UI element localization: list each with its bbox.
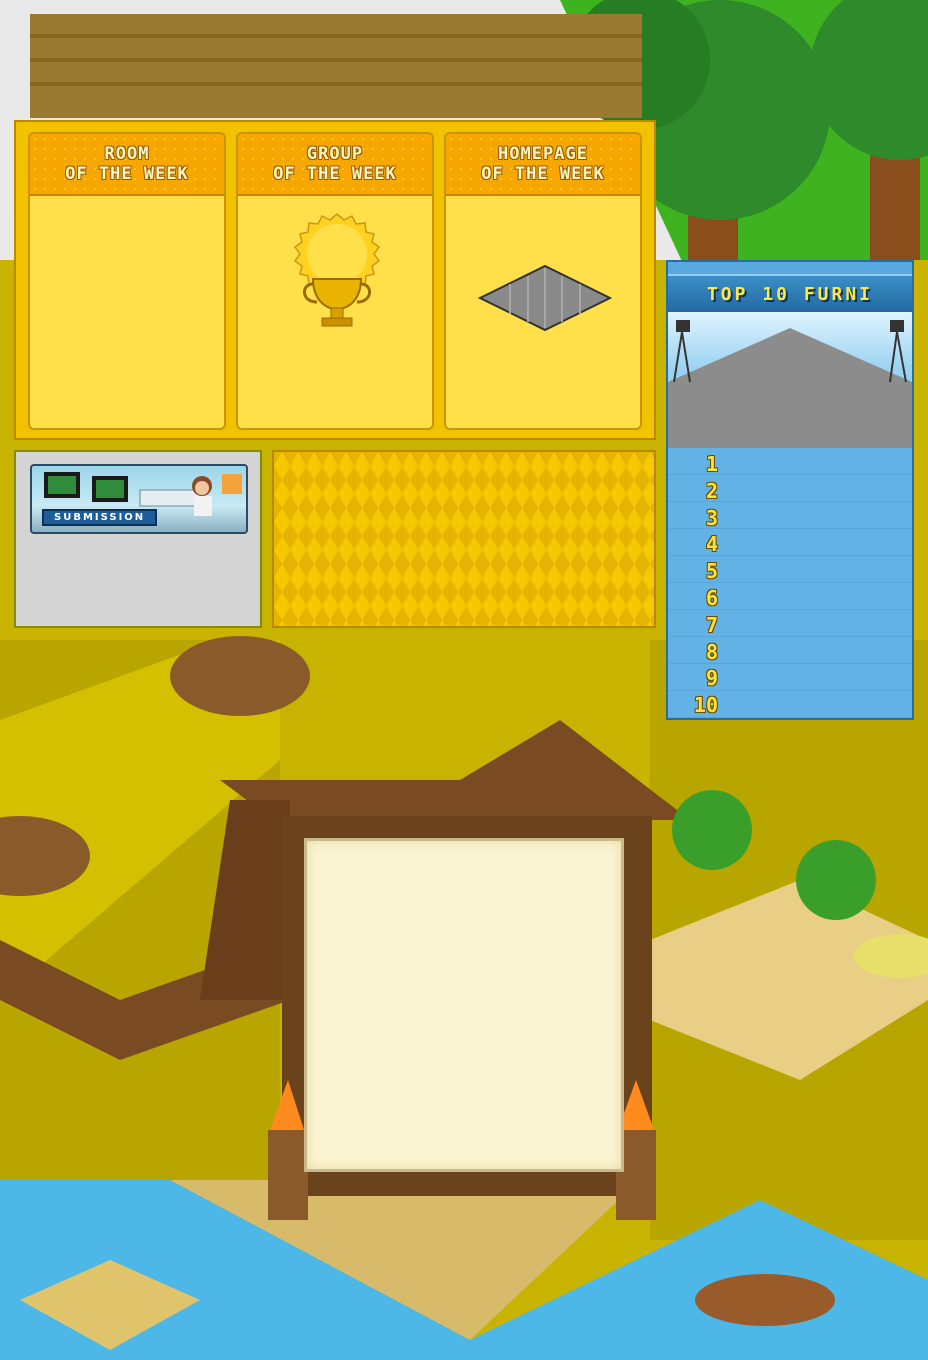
homepage-of-the-week-card[interactable]: HOMEPAGE OF THE WEEK [444, 132, 642, 430]
top10-list: 1 2 3 4 5 6 7 8 9 10 [668, 448, 912, 718]
top10-rank-number: 9 [705, 666, 718, 691]
submission-label: SUBMISSION [42, 509, 158, 526]
top10-rank-number: 5 [705, 559, 718, 584]
top10-furni-panel: TOP 10 FURNI 1 2 3 4 5 6 7 8 9 10 [666, 260, 914, 720]
top10-rank-number: 3 [705, 505, 718, 530]
group-of-the-week-title-line2: OF THE WEEK [273, 164, 397, 184]
top10-rank-number: 2 [705, 478, 718, 503]
top10-rank-number: 6 [705, 586, 718, 610]
homepage-of-the-week-header: HOMEPAGE OF THE WEEK [446, 134, 640, 196]
room-of-the-week-title-line1: ROOM [104, 144, 150, 164]
top10-row[interactable]: 4 [668, 532, 912, 558]
top10-rank-number: 4 [705, 532, 718, 557]
top10-row[interactable]: 10 [668, 693, 912, 718]
top10-row[interactable]: 2 [668, 479, 912, 505]
week-features-panel: ROOM OF THE WEEK GROUP OF THE WEEK HOMEP… [14, 120, 656, 440]
trophy-icon [293, 213, 381, 327]
top10-row[interactable]: 9 [668, 666, 912, 692]
parchment-board [304, 838, 624, 1172]
top10-row[interactable]: 5 [668, 559, 912, 585]
group-of-the-week-card[interactable]: GROUP OF THE WEEK [236, 132, 434, 430]
group-of-the-week-header: GROUP OF THE WEEK [238, 134, 432, 196]
top10-stage [668, 312, 912, 448]
top10-rank-number: 10 [693, 693, 718, 718]
pattern-panel [272, 450, 656, 628]
room-of-the-week-card[interactable]: ROOM OF THE WEEK [28, 132, 226, 430]
top10-rank-number: 7 [705, 612, 718, 637]
top10-row[interactable]: 7 [668, 613, 912, 639]
top10-row[interactable]: 3 [668, 506, 912, 532]
group-of-the-week-title-line1: GROUP [306, 144, 364, 164]
submission-panel: SUBMISSION [14, 450, 262, 628]
submission-banner[interactable]: SUBMISSION [30, 464, 248, 534]
top10-row[interactable]: 8 [668, 640, 912, 666]
top10-rank-number: 8 [705, 639, 718, 664]
top10-row[interactable]: 1 [668, 452, 912, 478]
homepage-of-the-week-title-line1: HOMEPAGE [498, 144, 588, 164]
top10-title: TOP 10 FURNI [706, 283, 874, 305]
homepage-of-the-week-title-line2: OF THE WEEK [481, 164, 605, 184]
room-of-the-week-header: ROOM OF THE WEEK [30, 134, 224, 196]
spotlight-icon [668, 320, 912, 448]
room-of-the-week-title-line2: OF THE WEEK [65, 164, 189, 184]
top10-row[interactable]: 6 [668, 586, 912, 612]
top10-rank-number: 1 [705, 452, 718, 476]
top10-header: TOP 10 FURNI [668, 274, 912, 314]
tile-icon [477, 264, 613, 332]
